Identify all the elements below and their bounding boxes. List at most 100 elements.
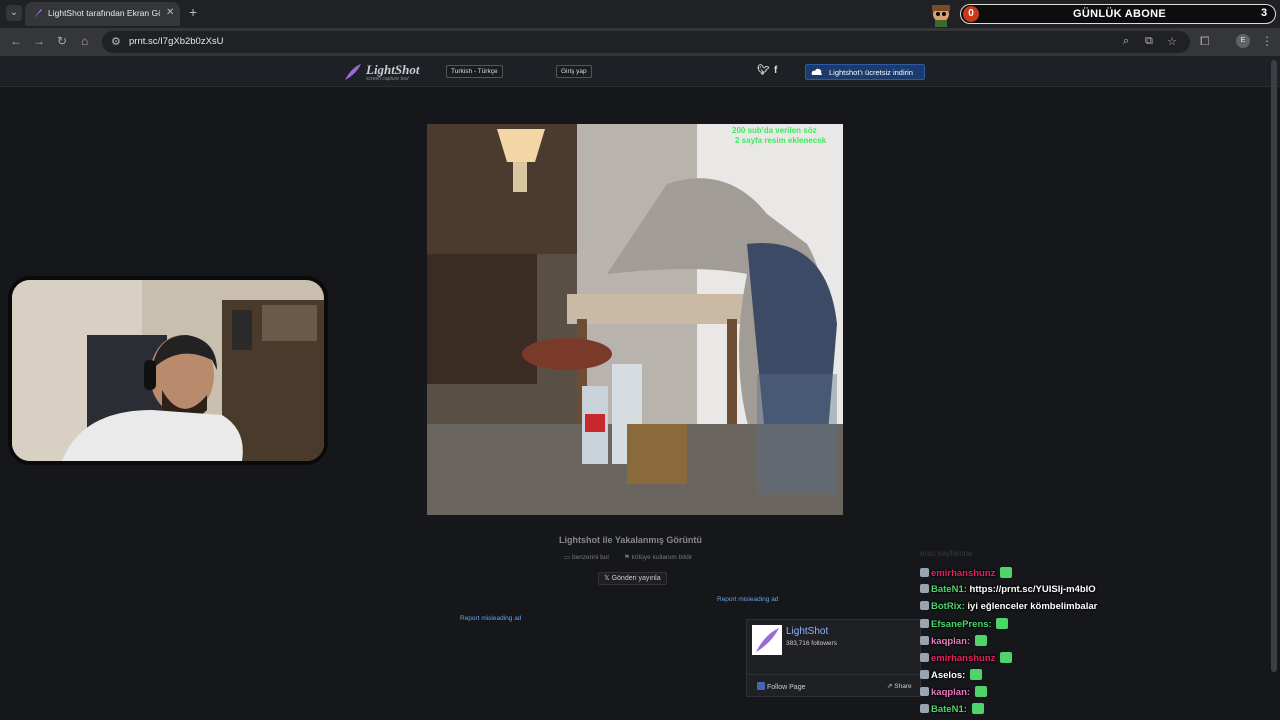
report-abuse-link[interactable]: ⚑ kötüye kullanım bildir <box>624 553 692 561</box>
address-bar[interactable]: ⚙ prnt.sc/I7gXb2b0zXsU ⌕ ⧉ ☆ <box>102 31 1190 53</box>
login-button[interactable]: Giriş yap <box>556 65 592 78</box>
report-ad-link-2[interactable]: Report misleading ad <box>460 615 521 622</box>
browser-menu-icon[interactable]: ⋮ <box>1261 34 1273 48</box>
chat-username[interactable]: BotRix: <box>931 601 967 612</box>
lightshot-fb-logo[interactable] <box>752 625 782 655</box>
chat-faded-line: ersu sayfamne <box>920 549 973 558</box>
facebook-small-icon <box>757 682 765 690</box>
chat-line: kaqplan: <box>920 635 987 647</box>
page-scrollbar[interactable] <box>1271 60 1277 672</box>
user-badge-icon <box>920 636 929 645</box>
user-badge-icon <box>920 653 929 662</box>
captured-screenshot-image: 200 sub'da verilen söz 2 sayfa resim ekl… <box>427 124 843 515</box>
chat-emote-icon <box>969 669 982 680</box>
mascot-icon <box>932 5 950 27</box>
user-badge-icon <box>920 670 929 679</box>
fb-followers: 383,716 followers <box>786 640 837 647</box>
download-button[interactable]: Lightshot'ı ücretsiz indirin <box>805 64 925 80</box>
tab-title: LightShot tarafından Ekran Görü <box>48 8 160 18</box>
forward-icon[interactable]: → <box>33 34 45 48</box>
logo-subtitle: screen capture tool <box>366 76 409 82</box>
back-icon[interactable]: ← <box>10 34 22 48</box>
fb-page-name[interactable]: LightShot <box>786 626 828 637</box>
fb-follow-button[interactable]: Follow Page <box>757 682 805 691</box>
profile-avatar[interactable]: E <box>1236 34 1250 48</box>
browser-toolbar: ← → ↻ ⌂ ⚙ prnt.sc/I7gXb2b0zXsU ⌕ ⧉ ☆ ⧠ E… <box>0 28 1280 56</box>
user-badge-icon <box>920 619 929 628</box>
tab-list-chevron-icon[interactable]: ⌄ <box>6 5 22 21</box>
chat-username[interactable]: emirhanshunz <box>931 653 998 664</box>
reload-icon[interactable]: ↻ <box>57 34 67 48</box>
webcam-scene <box>12 280 324 461</box>
browser-tab[interactable]: LightShot tarafından Ekran Görü ✕ <box>25 2 180 26</box>
user-badge-icon <box>920 687 929 696</box>
extensions-icon[interactable]: ⧠ <box>1200 34 1210 49</box>
tab-close-icon[interactable]: ✕ <box>166 7 174 18</box>
chat-line: BateN1: <box>920 703 984 715</box>
language-select[interactable]: Turkish - Türkçe <box>446 65 503 78</box>
chat-emote-icon <box>996 618 1009 629</box>
screenshot-overlay-text-1: 200 sub'da verilen söz <box>732 126 817 135</box>
chat-username[interactable]: kaqplan: <box>931 636 973 647</box>
chat-line: BateN1: https://prnt.sc/YUISIj-m4bIO <box>920 584 1096 595</box>
chat-line: EfsanePrens: <box>920 618 1009 630</box>
facebook-icon[interactable]: f <box>774 65 777 76</box>
lightshot-feather-icon <box>34 9 42 18</box>
user-badge-icon <box>920 601 929 610</box>
image-caption: Lightshot ile Yakalanmış Görüntü <box>559 535 702 545</box>
find-similar-label: benzerini bul <box>571 554 609 561</box>
find-similar-link[interactable]: ▭ benzerini bul <box>564 553 609 561</box>
chat-message: https://prnt.sc/YUISIj-m4bIO <box>969 584 1096 595</box>
screenshot-overlay-text-2: 2 sayfa resim eklenecek <box>735 136 827 145</box>
chat-emote-icon <box>971 703 984 714</box>
lightshot-logo-feather-icon <box>345 64 361 80</box>
chat-emote-icon <box>974 686 987 697</box>
install-app-icon[interactable]: ⧉ <box>1145 35 1153 48</box>
home-icon[interactable]: ⌂ <box>81 34 88 48</box>
twitter-icon[interactable]: 🐦︎ <box>757 65 770 76</box>
user-badge-icon <box>920 568 929 577</box>
feather-logo-icon <box>756 628 779 652</box>
chat-username[interactable]: BateN1: <box>931 584 970 595</box>
chat-line: kaqplan: <box>920 686 987 698</box>
fb-share-button[interactable]: ⇗ Share <box>887 682 912 690</box>
screenshot-scene <box>427 124 843 515</box>
chat-line: Aselos: <box>920 669 982 681</box>
daily-subscriber-counter: 0 GÜNLÜK ABONE 3 <box>960 4 1276 24</box>
chat-username[interactable]: EfsanePrens: <box>931 619 994 630</box>
fb-divider <box>747 674 922 675</box>
facebook-page-widget: LightShot 383,716 followers Follow Page … <box>746 619 922 697</box>
chat-emote-icon <box>1000 567 1013 578</box>
download-cloud-icon <box>811 68 822 75</box>
chat-line: emirhanshunz <box>920 567 1013 579</box>
site-header: LightShot screen capture tool Turkish - … <box>0 56 1280 87</box>
fb-share-label: Share <box>894 683 912 690</box>
streamer-webcam <box>8 276 328 465</box>
download-label: Lightshot'ı ücretsiz indirin <box>829 68 913 77</box>
report-ad-link-1[interactable]: Report misleading ad <box>717 596 778 603</box>
tweet-label: Gönderi yayınla <box>611 575 661 582</box>
user-badge-icon <box>920 584 929 593</box>
chat-line: emirhanshunz <box>920 652 1013 664</box>
counter-left-value: 0 <box>963 6 979 22</box>
chat-emote-icon <box>1000 652 1013 663</box>
new-tab-icon[interactable]: + <box>189 5 197 19</box>
tweet-button[interactable]: 𝕏 Gönderi yayınla <box>598 572 667 585</box>
user-badge-icon <box>920 704 929 713</box>
fb-follow-label: Follow Page <box>766 684 806 691</box>
browser-tab-bar: ⌄ LightShot tarafından Ekran Görü ✕ + 0 … <box>0 0 1280 28</box>
site-settings-icon[interactable]: ⚙ <box>111 35 121 48</box>
chat-username[interactable]: Aselos: <box>931 670 968 681</box>
report-abuse-label: kötüye kullanım bildir <box>631 554 693 561</box>
chat-username[interactable]: BateN1: <box>931 704 970 715</box>
url-text[interactable]: prnt.sc/I7gXb2b0zXsU <box>129 36 224 47</box>
chat-line: BotRix: iyi eğlenceler kömbelimbalar <box>920 601 1097 612</box>
counter-title: GÜNLÜK ABONE <box>1073 8 1167 20</box>
chat-message: iyi eğlenceler kömbelimbalar <box>967 601 1098 612</box>
chat-emote-icon <box>974 635 987 646</box>
counter-right-value: 3 <box>1261 7 1268 19</box>
chat-username[interactable]: kaqplan: <box>931 687 973 698</box>
zoom-icon[interactable]: ⌕ <box>1123 35 1129 48</box>
bookmark-star-icon[interactable]: ☆ <box>1167 35 1177 48</box>
chat-username[interactable]: emirhanshunz <box>931 568 998 579</box>
